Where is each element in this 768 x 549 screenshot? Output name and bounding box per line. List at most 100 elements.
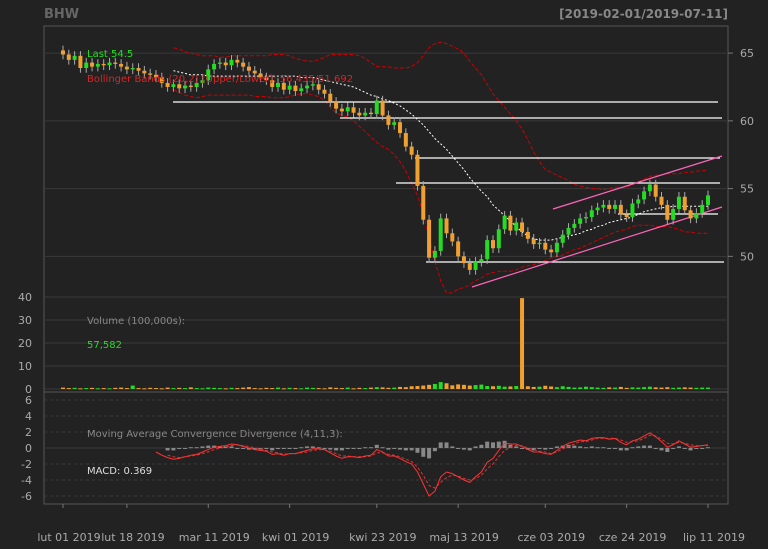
volume-bar [107,388,112,390]
last-price-label: Last 54.5 [87,49,133,60]
date-tick-label: kwi 23 2019 [349,531,416,544]
candle-body [566,227,571,235]
date-tick-label: lip 11 2019 [683,531,745,544]
macd-histogram-bar [461,448,466,450]
volume-bar [374,387,379,389]
volume-bar [694,387,699,389]
candle-body [101,63,106,66]
volume-bar [438,382,443,389]
candle-body [357,112,362,116]
volume-bar [148,387,153,389]
candle-body [578,218,583,224]
macd-histogram-bar [194,447,199,449]
candle-body [95,63,100,67]
volume-tick-label: 20 [18,337,32,350]
macd-histogram-bar [496,441,501,448]
volume-bar [421,385,426,389]
candle-body [293,85,298,92]
candle-body [130,68,135,70]
macd-tick-label: 2 [25,426,32,439]
date-tick-label: lut 18 2019 [101,531,164,544]
macd-histogram-bar [351,448,356,449]
macd-tick-label: -4 [21,474,32,487]
volume-bar [618,386,623,389]
macd-histogram-bar [299,447,304,449]
volume-bar [636,387,641,389]
candle-body [124,66,129,70]
macd-tick-label: 4 [25,410,32,423]
macd-last-value: MACD: 0.369 [87,466,152,477]
macd-histogram-bar [287,448,292,449]
candle-body [479,259,484,262]
candle-body [514,222,519,231]
volume-bar [560,386,565,389]
candle-body [235,59,240,63]
volume-bar [206,387,211,389]
candle-body [508,215,513,231]
volume-bar [270,388,275,390]
candle-body [671,208,676,220]
volume-bar [706,387,710,389]
candle-body [491,240,495,249]
volume-bar [386,387,391,389]
macd-histogram-bar [270,448,275,451]
volume-bar [630,387,635,389]
candle-body [322,89,327,94]
macd-tick-label: 0 [25,442,32,455]
stock-chart: BHW [2019-02-01/2019-07-11] 50556065 Las… [0,0,768,549]
candle-body [450,233,455,242]
volume-bar [473,385,478,389]
candle-body [502,215,507,230]
macd-histogram-bar [415,448,420,453]
volume-bar [514,386,519,389]
candle-body [636,199,641,204]
volume-bar [188,387,193,389]
macd-tick-label: 6 [25,394,32,407]
volume-bar [368,387,373,389]
macd-histogram-bar [322,448,327,449]
macd-histogram-bar [409,448,414,451]
candle-body [444,218,449,234]
volume-bar [508,386,513,389]
candle-body [188,85,193,87]
candle-body [572,223,577,228]
candle-body [583,217,588,219]
volume-bar [554,387,559,389]
candle-body [427,219,432,258]
macd-histogram-bar [467,448,472,451]
volume-bar [456,384,461,389]
volume-bar [665,387,670,389]
macd-tick-label: -2 [21,458,32,471]
volume-bar [165,387,170,389]
candle-body [554,242,559,253]
volume-bar [682,387,687,389]
candle-body [345,107,350,112]
volume-bar [153,388,158,390]
date-tick-label: kwi 01 2019 [262,531,329,544]
volume-bar [171,388,176,390]
candle-body [334,101,339,109]
volume-bar [479,384,484,389]
candle-body [618,204,623,215]
date-tick-label: cze 24 2019 [599,531,667,544]
volume-bar [287,387,292,389]
macd-histogram-bar [537,448,542,449]
macd-histogram-bar [543,448,548,450]
volume-bar [415,386,420,389]
macd-histogram-bar [479,444,484,448]
candle-body [485,240,490,260]
volume-bar [200,388,205,390]
macd-histogram-bar [305,446,310,448]
candle-body [560,234,565,243]
volume-bar [392,387,397,389]
candle-body [432,250,437,258]
candle-body [473,261,478,270]
volume-bar [136,388,141,390]
volume-bar [130,385,135,389]
volume-bar [113,387,118,389]
macd-histogram-bar [514,446,519,448]
candle-body [374,100,379,115]
macd-histogram-bar [549,448,554,449]
candle-body [630,203,635,218]
volume-bar [61,387,65,389]
